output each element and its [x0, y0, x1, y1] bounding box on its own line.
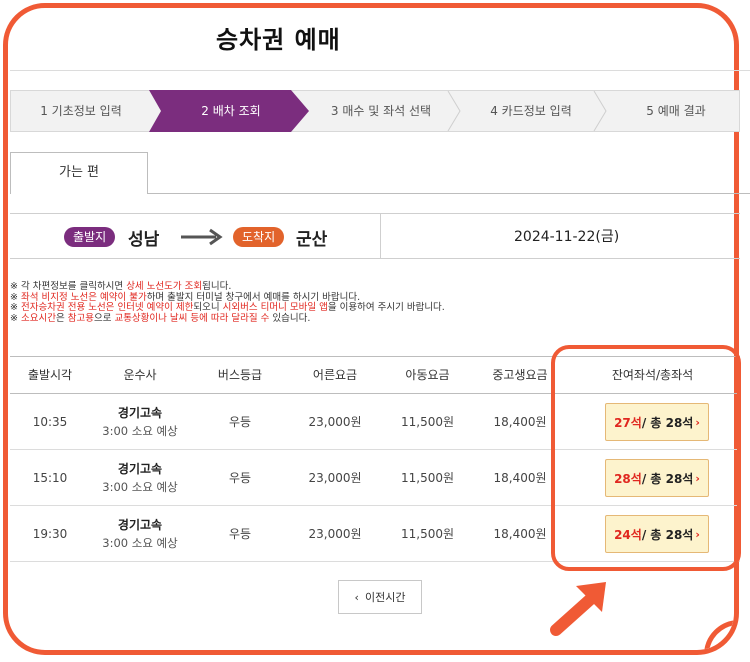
company-name: 경기고속 — [117, 406, 163, 420]
progress-steps: 1 기초정보 입력 2 배차 조회 3 매수 및 좌석 선택 4 카드정보 입력… — [10, 90, 740, 132]
page-title: 승차권 예매 — [216, 26, 341, 54]
seats-highlight-box — [551, 345, 741, 571]
header-bus-grade: 버스등급 — [217, 368, 263, 382]
arrival-city: 군산 — [296, 230, 328, 250]
notice-highlight: 교통상황이나 날씨 등에 따라 달라질 수 — [114, 312, 270, 324]
departure-badge: 출발지 — [64, 227, 116, 247]
previous-time-label: 이전시간 — [364, 591, 406, 604]
notice-list: ※ 각 차편정보를 클릭하시면 상세 노선도가 조회됩니다. ※ 좌석 비지정 … — [10, 281, 730, 325]
bus-grade: 우등 — [228, 527, 252, 541]
child-fare: 11,500원 — [400, 415, 455, 429]
header-company: 운수사 — [123, 368, 157, 382]
company-name: 경기고속 — [117, 462, 163, 476]
step-dispatch-search: 2 배차 조회 — [201, 104, 261, 118]
departure-date: 2024-11-22(금) — [514, 229, 620, 245]
bus-grade: 우등 — [228, 415, 252, 429]
bus-grade: 우등 — [228, 471, 252, 485]
notice-highlight: 소요시간 — [20, 312, 56, 324]
travel-duration: 3:00 소요 예상 — [102, 536, 178, 550]
frame-corner-decoration — [704, 620, 734, 650]
notice-text: 됩니다. — [202, 281, 232, 292]
adult-fare: 23,000원 — [308, 471, 362, 485]
notice-text: ※ — [10, 302, 21, 313]
travel-duration: 3:00 소요 예상 — [102, 424, 178, 438]
step-seat-selection: 3 매수 및 좌석 선택 — [330, 104, 432, 118]
pointer-arrow-icon — [550, 582, 606, 636]
company-cell: 경기고속 3:00 소요 예상 — [90, 394, 190, 449]
header-departure-time: 출발시각 — [27, 368, 73, 382]
notice-text: 하며 출발지 터미널 창구에서 예매를 하시기 바랍니다. — [146, 291, 361, 303]
notice-highlight: 시외버스 티머니 모바일 앱 — [222, 302, 328, 313]
travel-duration: 3:00 소요 예상 — [102, 480, 178, 494]
notice-highlight: 전자승차권 전용 노선은 인터넷 예약이 제한 — [20, 302, 194, 313]
company-name: 경기고속 — [117, 518, 163, 532]
arrival-badge: 도착지 — [233, 227, 285, 247]
departure-time: 19:30 — [32, 526, 68, 541]
company-cell: 경기고속 3:00 소요 예상 — [90, 506, 190, 561]
company-cell: 경기고속 3:00 소요 예상 — [90, 450, 190, 505]
notice-text: 되오니 — [193, 302, 223, 313]
step-result: 5 예매 결과 — [646, 104, 706, 118]
tab-outbound[interactable]: 가는 편 — [10, 152, 148, 194]
notice-text: ※ — [10, 312, 21, 324]
route-summary: 출발지 성남 도착지 군산 2024-11-22(금) — [10, 213, 740, 259]
departure-time: 10:35 — [32, 414, 68, 429]
notice-highlight: 좌석 비지정 노선은 예약이 불가 — [20, 291, 147, 303]
child-fare: 11,500원 — [400, 527, 455, 541]
previous-time-button[interactable]: ‹ 이전시간 — [338, 580, 422, 614]
chevron-left-icon: ‹ — [354, 590, 359, 604]
notice-text: 은 — [55, 312, 68, 324]
notice-text: 있습니다. — [269, 312, 311, 324]
adult-fare: 23,000원 — [308, 415, 362, 429]
notice-text: ※ 각 차편정보를 클릭하시면 — [10, 281, 127, 292]
adult-fare: 23,000원 — [308, 527, 362, 541]
header-adult-fare: 어른요금 — [312, 368, 358, 382]
departure-city: 성남 — [128, 230, 160, 250]
notice-text: 을 이용하여 주시기 바랍니다. — [327, 302, 445, 313]
child-fare: 11,500원 — [400, 471, 455, 485]
step-card-info: 4 카드정보 입력 — [490, 104, 572, 118]
notice-text: ※ — [10, 291, 21, 303]
header-child-fare: 아동요금 — [405, 368, 450, 382]
right-arrow-icon — [181, 228, 223, 246]
tab-divider — [148, 193, 750, 194]
step-basic-info: 1 기초정보 입력 — [40, 104, 122, 118]
title-divider — [10, 70, 750, 71]
departure-time: 15:10 — [32, 470, 68, 485]
route-divider — [380, 214, 381, 258]
notice-text: 으로 — [93, 312, 115, 324]
notice-highlight: 참고용 — [67, 312, 94, 324]
notice-highlight: 상세 노선도가 조회 — [126, 281, 203, 292]
notice-item: ※ 소요시간은 참고용으로 교통상황이나 날씨 등에 따라 달라질 수 있습니다… — [10, 312, 730, 325]
